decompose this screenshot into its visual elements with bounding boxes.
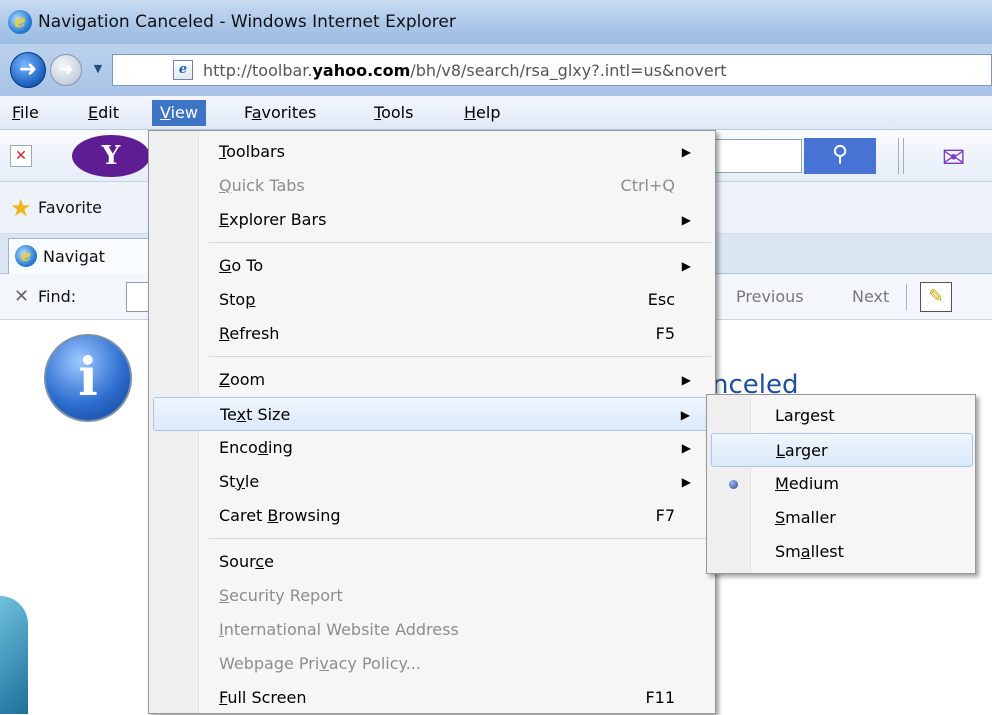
menu-separator: [209, 356, 711, 357]
favorites-label[interactable]: Favorite: [38, 198, 102, 217]
text-size-submenu: Largest Larger Medium Smaller Smallest: [706, 394, 976, 574]
menu-item-encoding[interactable]: Encoding ▶: [153, 431, 711, 465]
menu-item-full-screen[interactable]: Full Screen F11: [153, 681, 711, 715]
menu-edit[interactable]: Edit: [80, 100, 127, 126]
menu-item-label: Stop: [219, 290, 256, 309]
menu-item-style[interactable]: Style ▶: [153, 465, 711, 499]
menu-item-webpage-privacy-policy: Webpage Privacy Policy...: [153, 647, 711, 681]
favorites-star-icon[interactable]: ★: [10, 196, 32, 220]
url-path: /bh/v8/search/rsa_glxy?.intl=us&novert: [410, 61, 727, 80]
menu-item-label: Style: [219, 472, 260, 491]
menu-item-explorer-bars[interactable]: Explorer Bars ▶: [153, 203, 711, 237]
menu-item-label: Security Report: [219, 586, 343, 605]
text-size-label: Largest: [775, 406, 835, 425]
menu-item-label: Zoom: [219, 370, 266, 389]
menu-item-shortcut: F7: [655, 506, 675, 525]
search-icon: ⚲: [831, 142, 849, 167]
text-size-smallest[interactable]: Smallest: [711, 535, 973, 569]
menu-item-label: Go To: [219, 256, 264, 275]
radio-selected-icon: [729, 480, 738, 489]
menu-help[interactable]: Help: [456, 100, 508, 126]
window-title: Navigation Canceled - Windows Internet E…: [38, 12, 456, 32]
info-icon: i: [44, 334, 132, 422]
title-bar: e Navigation Canceled - Windows Internet…: [0, 0, 992, 44]
yahoo-logo[interactable]: Y: [72, 135, 150, 177]
text-size-label: Smallest: [775, 542, 844, 561]
text-size-larger[interactable]: Larger: [711, 433, 973, 467]
text-size-medium[interactable]: Medium: [711, 467, 973, 501]
page-icon: e: [173, 60, 193, 80]
submenu-arrow-icon: ▶: [681, 475, 691, 489]
navigation-bar: ➜ ➜ ▼ e http://toolbar.yahoo.com/bh/v8/s…: [0, 44, 992, 96]
submenu-arrow-icon: ▶: [681, 259, 691, 273]
menu-item-shortcut: Esc: [647, 290, 675, 309]
address-bar[interactable]: e http://toolbar.yahoo.com/bh/v8/search/…: [112, 54, 992, 86]
forward-button[interactable]: ➜: [50, 54, 82, 86]
submenu-arrow-icon: ▶: [681, 213, 691, 227]
mail-icon[interactable]: ✉: [942, 144, 992, 172]
menu-item-go-to[interactable]: Go To ▶: [153, 249, 711, 283]
menu-item-label: Source: [219, 552, 274, 571]
text-size-smaller[interactable]: Smaller: [711, 501, 973, 535]
menu-item-shortcut: Ctrl+Q: [620, 176, 675, 195]
menu-bar: File Edit View Favorites Tools Help: [0, 96, 992, 130]
submenu-arrow-icon: ▶: [681, 145, 691, 159]
url-prefix: http://toolbar.: [203, 61, 313, 80]
address-url[interactable]: http://toolbar.yahoo.com/bh/v8/search/rs…: [203, 61, 727, 80]
menu-item-international-website-address: International Website Address: [153, 613, 711, 647]
text-size-largest[interactable]: Largest: [711, 399, 973, 433]
decorative-swoosh: [0, 596, 28, 714]
menu-item-security-report: Security Report: [153, 579, 711, 613]
menu-item-label: Encoding: [219, 438, 293, 457]
menu-item-text-size[interactable]: Text Size ▶: [153, 397, 711, 431]
submenu-arrow-icon: ▶: [680, 408, 690, 422]
yahoo-search-button[interactable]: ⚲: [804, 138, 876, 174]
toolbar-separator: [898, 138, 904, 174]
find-close-icon[interactable]: ✕: [14, 286, 29, 307]
url-domain: yahoo.com: [312, 61, 411, 80]
find-next-button[interactable]: Next: [852, 287, 889, 306]
menu-favorites[interactable]: Favorites: [236, 100, 324, 126]
submenu-arrow-icon: ▶: [681, 441, 691, 455]
ie-logo-icon: e: [8, 10, 32, 34]
menu-item-shortcut: F11: [645, 688, 675, 707]
history-dropdown-icon[interactable]: ▼: [90, 58, 106, 80]
view-menu: Toolbars ▶ Quick Tabs Ctrl+Q Explorer Bars ▶ G…: [148, 130, 716, 714]
menu-item-label: International Website Address: [219, 620, 459, 639]
menu-item-zoom[interactable]: Zoom ▶: [153, 363, 711, 397]
text-size-label: Medium: [775, 474, 839, 493]
tab-ie-icon: e: [15, 245, 37, 267]
text-size-label: Smaller: [775, 508, 836, 527]
menu-item-label: Full Screen: [219, 688, 307, 707]
menu-item-stop[interactable]: Stop Esc: [153, 283, 711, 317]
menu-separator: [209, 538, 711, 539]
submenu-arrow-icon: ▶: [681, 373, 691, 387]
text-size-label: Larger: [776, 441, 828, 460]
menu-tools[interactable]: Tools: [366, 100, 421, 126]
menu-separator: [209, 242, 711, 243]
tab-label: Navigat: [43, 247, 105, 266]
menu-item-label: Quick Tabs: [219, 176, 305, 195]
menu-item-caret-browsing[interactable]: Caret Browsing F7: [153, 499, 711, 533]
menu-item-label: Explorer Bars: [219, 210, 327, 229]
menu-file[interactable]: File: [4, 100, 47, 126]
find-label: Find:: [38, 287, 77, 306]
menu-item-label: Refresh: [219, 324, 280, 343]
menu-item-refresh[interactable]: Refresh F5: [153, 317, 711, 351]
menu-item-toolbars[interactable]: Toolbars ▶: [153, 135, 711, 169]
menu-item-label: Webpage Privacy Policy...: [219, 654, 421, 673]
menu-item-label: Text Size: [220, 405, 291, 424]
menu-item-label: Toolbars: [219, 142, 285, 161]
find-separator: [906, 284, 907, 310]
menu-item-source[interactable]: Source: [153, 545, 711, 579]
toolbar-close-icon[interactable]: ✕: [10, 145, 32, 167]
menu-item-quick-tabs: Quick Tabs Ctrl+Q: [153, 169, 711, 203]
back-button[interactable]: ➜: [10, 52, 46, 88]
find-previous-button[interactable]: Previous: [736, 287, 804, 306]
highlight-matches-icon[interactable]: ✎: [920, 282, 952, 312]
menu-view[interactable]: View: [152, 100, 206, 126]
menu-item-shortcut: F5: [655, 324, 675, 343]
menu-item-label: Caret Browsing: [219, 506, 341, 525]
